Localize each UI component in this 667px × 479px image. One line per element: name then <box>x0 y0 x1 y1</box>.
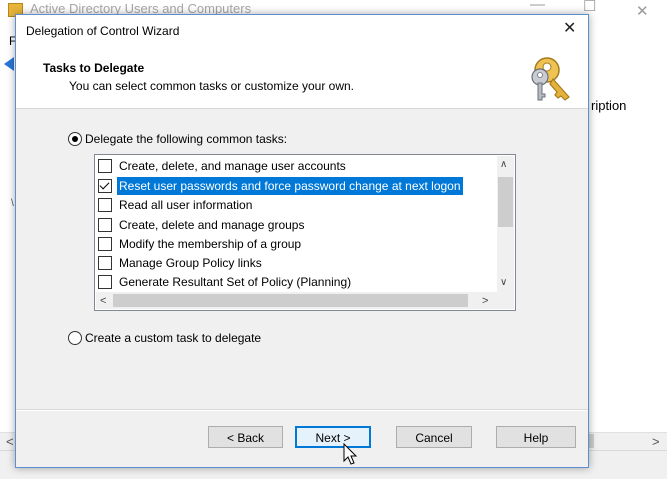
back-button[interactable]: < Back <box>208 426 283 448</box>
mouse-cursor-icon <box>343 443 358 465</box>
bg-scroll-right-icon[interactable]: > <box>652 434 660 449</box>
task-checkbox[interactable] <box>98 256 112 270</box>
horizontal-scroll-thumb[interactable] <box>113 294 468 307</box>
next-button[interactable]: Next > <box>295 426 371 448</box>
task-label[interactable]: Create, delete, and manage user accounts <box>117 157 348 175</box>
scroll-up-icon[interactable]: ∧ <box>500 159 507 170</box>
list-item[interactable]: Manage Group Policy links <box>96 253 496 273</box>
list-item[interactable]: Modify the membership of a group <box>96 234 496 254</box>
minimize-icon[interactable]: — <box>530 0 545 13</box>
tasks-listbox[interactable]: Create, delete, and manage user accounts… <box>94 154 516 311</box>
bg-close-icon[interactable]: ✕ <box>636 2 649 20</box>
cancel-button[interactable]: Cancel <box>396 426 472 448</box>
custom-task-radio[interactable] <box>68 331 82 345</box>
task-label[interactable]: Reset user passwords and force password … <box>117 177 463 195</box>
footer-divider <box>16 409 588 411</box>
maximize-icon[interactable]: ☐ <box>583 0 596 15</box>
keys-icon <box>531 57 570 101</box>
vertical-scroll-thumb[interactable] <box>498 177 513 227</box>
list-item[interactable]: Reset user passwords and force password … <box>96 176 496 196</box>
task-checkbox[interactable] <box>98 198 112 212</box>
custom-task-label[interactable]: Create a custom task to delegate <box>85 331 261 345</box>
common-tasks-radio[interactable] <box>68 132 82 146</box>
delegation-wizard-dialog: Delegation of Control Wizard ✕ Tasks to … <box>15 14 589 468</box>
back-arrow-icon[interactable] <box>4 57 14 71</box>
task-label[interactable]: Manage Group Policy links <box>117 254 264 272</box>
dialog-title: Delegation of Control Wizard <box>26 24 180 38</box>
list-item[interactable]: Generate Resultant Set of Policy (Planni… <box>96 272 496 292</box>
list-item[interactable]: Read all user information <box>96 195 496 215</box>
scroll-down-icon[interactable]: ∨ <box>500 277 507 288</box>
common-tasks-label[interactable]: Delegate the following common tasks: <box>85 132 287 146</box>
help-button[interactable]: Help <box>496 426 576 448</box>
task-label[interactable]: Generate Resultant Set of Policy (Planni… <box>117 273 353 291</box>
task-label[interactable]: Create, delete and manage groups <box>117 216 306 234</box>
task-label[interactable]: Read all user information <box>117 196 254 214</box>
close-icon[interactable]: ✕ <box>563 21 576 37</box>
scrollbar-corner <box>497 292 514 309</box>
task-checkbox[interactable] <box>98 237 112 251</box>
list-item[interactable]: Create, delete, and manage user accounts <box>96 156 496 176</box>
task-label[interactable]: Modify the membership of a group <box>117 235 303 253</box>
page-subtitle: You can select common tasks or customize… <box>69 79 355 93</box>
page-title: Tasks to Delegate <box>43 61 145 75</box>
task-checkbox[interactable] <box>98 179 112 193</box>
task-checkbox[interactable] <box>98 275 112 289</box>
bg-scroll-left-icon[interactable]: < <box>6 434 14 449</box>
scroll-right-icon[interactable]: > <box>482 295 488 307</box>
task-checkbox[interactable] <box>98 218 112 232</box>
tree-connector: \ <box>11 198 14 209</box>
description-column-header[interactable]: ription <box>591 98 626 113</box>
task-checkbox[interactable] <box>98 159 112 173</box>
scroll-left-icon[interactable]: < <box>100 295 106 307</box>
list-item[interactable]: Create, delete and manage groups <box>96 215 496 235</box>
